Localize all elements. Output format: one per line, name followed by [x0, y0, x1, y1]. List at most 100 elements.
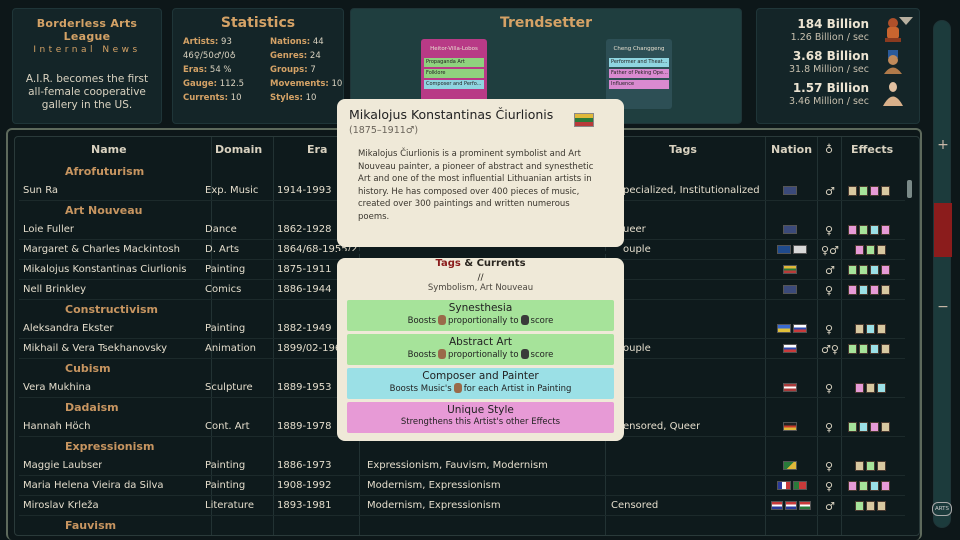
flag-icon	[783, 383, 797, 392]
artist-name: Maggie Laubser	[23, 460, 103, 471]
news-title: Borderless Arts League	[36, 17, 138, 43]
artist-era: 1893-1981	[277, 500, 332, 511]
column-header-effects[interactable]: Effects	[851, 143, 893, 156]
effect-icon	[866, 501, 875, 511]
artist-name: Hannah Höch	[23, 421, 91, 432]
artist-tags: ouple	[623, 343, 651, 354]
column-header-tags[interactable]: Tags	[669, 143, 697, 156]
effect-icon	[855, 501, 864, 511]
artist-tags: ouple	[623, 244, 651, 255]
effect-icon	[859, 422, 868, 432]
flag-icon	[777, 324, 791, 333]
effect-icon	[870, 285, 879, 295]
effect-icon	[881, 344, 890, 354]
table-row[interactable]: Maria Helena Vieira da Silva Painting 19…	[19, 477, 905, 496]
effect-icon	[877, 501, 886, 511]
column-header-era[interactable]: Era	[307, 143, 327, 156]
resource-rate: 1.26 Billion / sec	[790, 32, 869, 43]
effect-icon	[870, 225, 879, 235]
flag-icon	[783, 285, 797, 294]
flag-icon	[793, 245, 807, 254]
group-header: Expressionism	[65, 440, 155, 453]
trendsetter-tag: Father of Peking Ope...	[609, 69, 669, 78]
artist-tags: Modernism, Expressionism	[367, 500, 501, 511]
stat-movements: Movements: 10	[270, 79, 343, 89]
flag-icon	[783, 422, 797, 431]
gender-icon: ♂♀	[821, 343, 839, 356]
popup-artist-years: (1875–1911♂)	[349, 125, 419, 136]
table-row[interactable]: Maggie Laubser Painting 1886-1973 Expres…	[19, 457, 905, 476]
column-header-domain[interactable]: Domain	[215, 143, 262, 156]
effect-synesthesia[interactable]: Synesthesia Boosts proportionally to score	[347, 300, 614, 331]
effect-abstract-art[interactable]: Abstract Art Boosts proportionally to scor…	[347, 334, 614, 365]
effect-icon	[855, 461, 864, 471]
scrollbar-thumb[interactable]	[907, 180, 912, 198]
bust-icon	[520, 315, 529, 325]
effect-icon	[859, 265, 868, 275]
effect-icon	[859, 481, 868, 491]
news-panel: Borderless Arts League Internal News A.I…	[12, 8, 162, 124]
artist-era: 1886-1944	[277, 284, 332, 295]
column-header-nation[interactable]: Nation	[771, 143, 812, 156]
artist-name: Aleksandra Ekster	[23, 323, 114, 334]
effect-unique-style[interactable]: Unique Style Strengthens this Artist's o…	[347, 402, 614, 433]
effect-icon	[870, 265, 879, 275]
effect-icon	[870, 344, 879, 354]
effect-icon	[881, 422, 890, 432]
effect-icon	[870, 422, 879, 432]
column-header-name[interactable]: Name	[91, 143, 127, 156]
artist-effects-popup: Tags & Currents // Symbolism, Art Nouvea…	[337, 258, 624, 441]
effect-icon	[848, 422, 857, 432]
gender-icon: ♂	[825, 185, 835, 198]
group-header: Fauvism	[65, 519, 117, 532]
figurine-icon	[438, 349, 447, 359]
chevron-down-icon[interactable]	[899, 17, 913, 25]
artist-name: Maria Helena Vieira da Silva	[23, 480, 164, 491]
trendsetter-tag: Folklore	[424, 69, 484, 78]
zoom-bar[interactable]: + −	[933, 20, 952, 528]
artist-era: 1882-1949	[277, 323, 332, 334]
effect-icon	[848, 186, 857, 196]
effect-icon	[866, 461, 875, 471]
trendsetter-card-name: Cheng Changgeng	[613, 46, 665, 52]
zoom-in-button[interactable]: +	[934, 137, 952, 153]
gender-icon: ♀	[825, 382, 834, 395]
statistics-title: Statistics	[220, 15, 296, 31]
zoom-out-button[interactable]: −	[934, 299, 952, 315]
gender-icon: ♀	[825, 421, 834, 434]
artist-domain: Comics	[205, 284, 242, 295]
resource-total: 1.57 Billion	[792, 81, 869, 95]
flag-icon	[783, 461, 797, 470]
effect-icon	[866, 245, 875, 255]
effect-icon	[870, 481, 879, 491]
artist-status: Censored	[611, 500, 659, 511]
group-header: Afrofuturism	[65, 165, 145, 178]
table-row[interactable]: Miroslav Krleža Literature 1893-1981 Mod…	[19, 497, 905, 516]
trendsetter-tag: Propaganda Art	[424, 58, 484, 67]
effect-icon	[881, 225, 890, 235]
effect-icon	[866, 383, 875, 393]
effect-icon	[881, 481, 890, 491]
effect-icon	[881, 285, 890, 295]
effect-icon	[848, 225, 857, 235]
artist-name: Vera Mukhina	[23, 382, 91, 393]
zoom-indicator[interactable]	[934, 203, 952, 257]
lithuania-flag-icon	[574, 113, 594, 127]
tags-currents-header: Tags & Currents	[435, 258, 526, 269]
artist-domain: Sculpture	[205, 382, 253, 393]
artist-domain: Animation	[205, 343, 256, 354]
statistics-panel: Statistics Artists: 93 Nations: 44 46♀/5…	[172, 8, 344, 124]
artist-era: 1889-1978	[277, 421, 332, 432]
effect-icon	[881, 186, 890, 196]
stat-genres: Genres: 24	[270, 51, 321, 61]
resource-row: 1.57 Billion 3.46 Million / sec	[765, 77, 911, 109]
resource-total: 184 Billion	[797, 17, 869, 31]
stat-nations: Nations: 44	[270, 37, 324, 47]
effect-icon	[866, 324, 875, 334]
artist-name: Mikhail & Vera Tsekhanovsky	[23, 343, 168, 354]
effect-icon	[855, 383, 864, 393]
artist-era: 1875-1911	[277, 264, 332, 275]
effect-composer-and-painter[interactable]: Composer and Painter Boosts Music's for e…	[347, 368, 614, 399]
gender-icon: ♀	[825, 323, 834, 336]
column-header-gender[interactable]: ♁	[825, 143, 833, 156]
